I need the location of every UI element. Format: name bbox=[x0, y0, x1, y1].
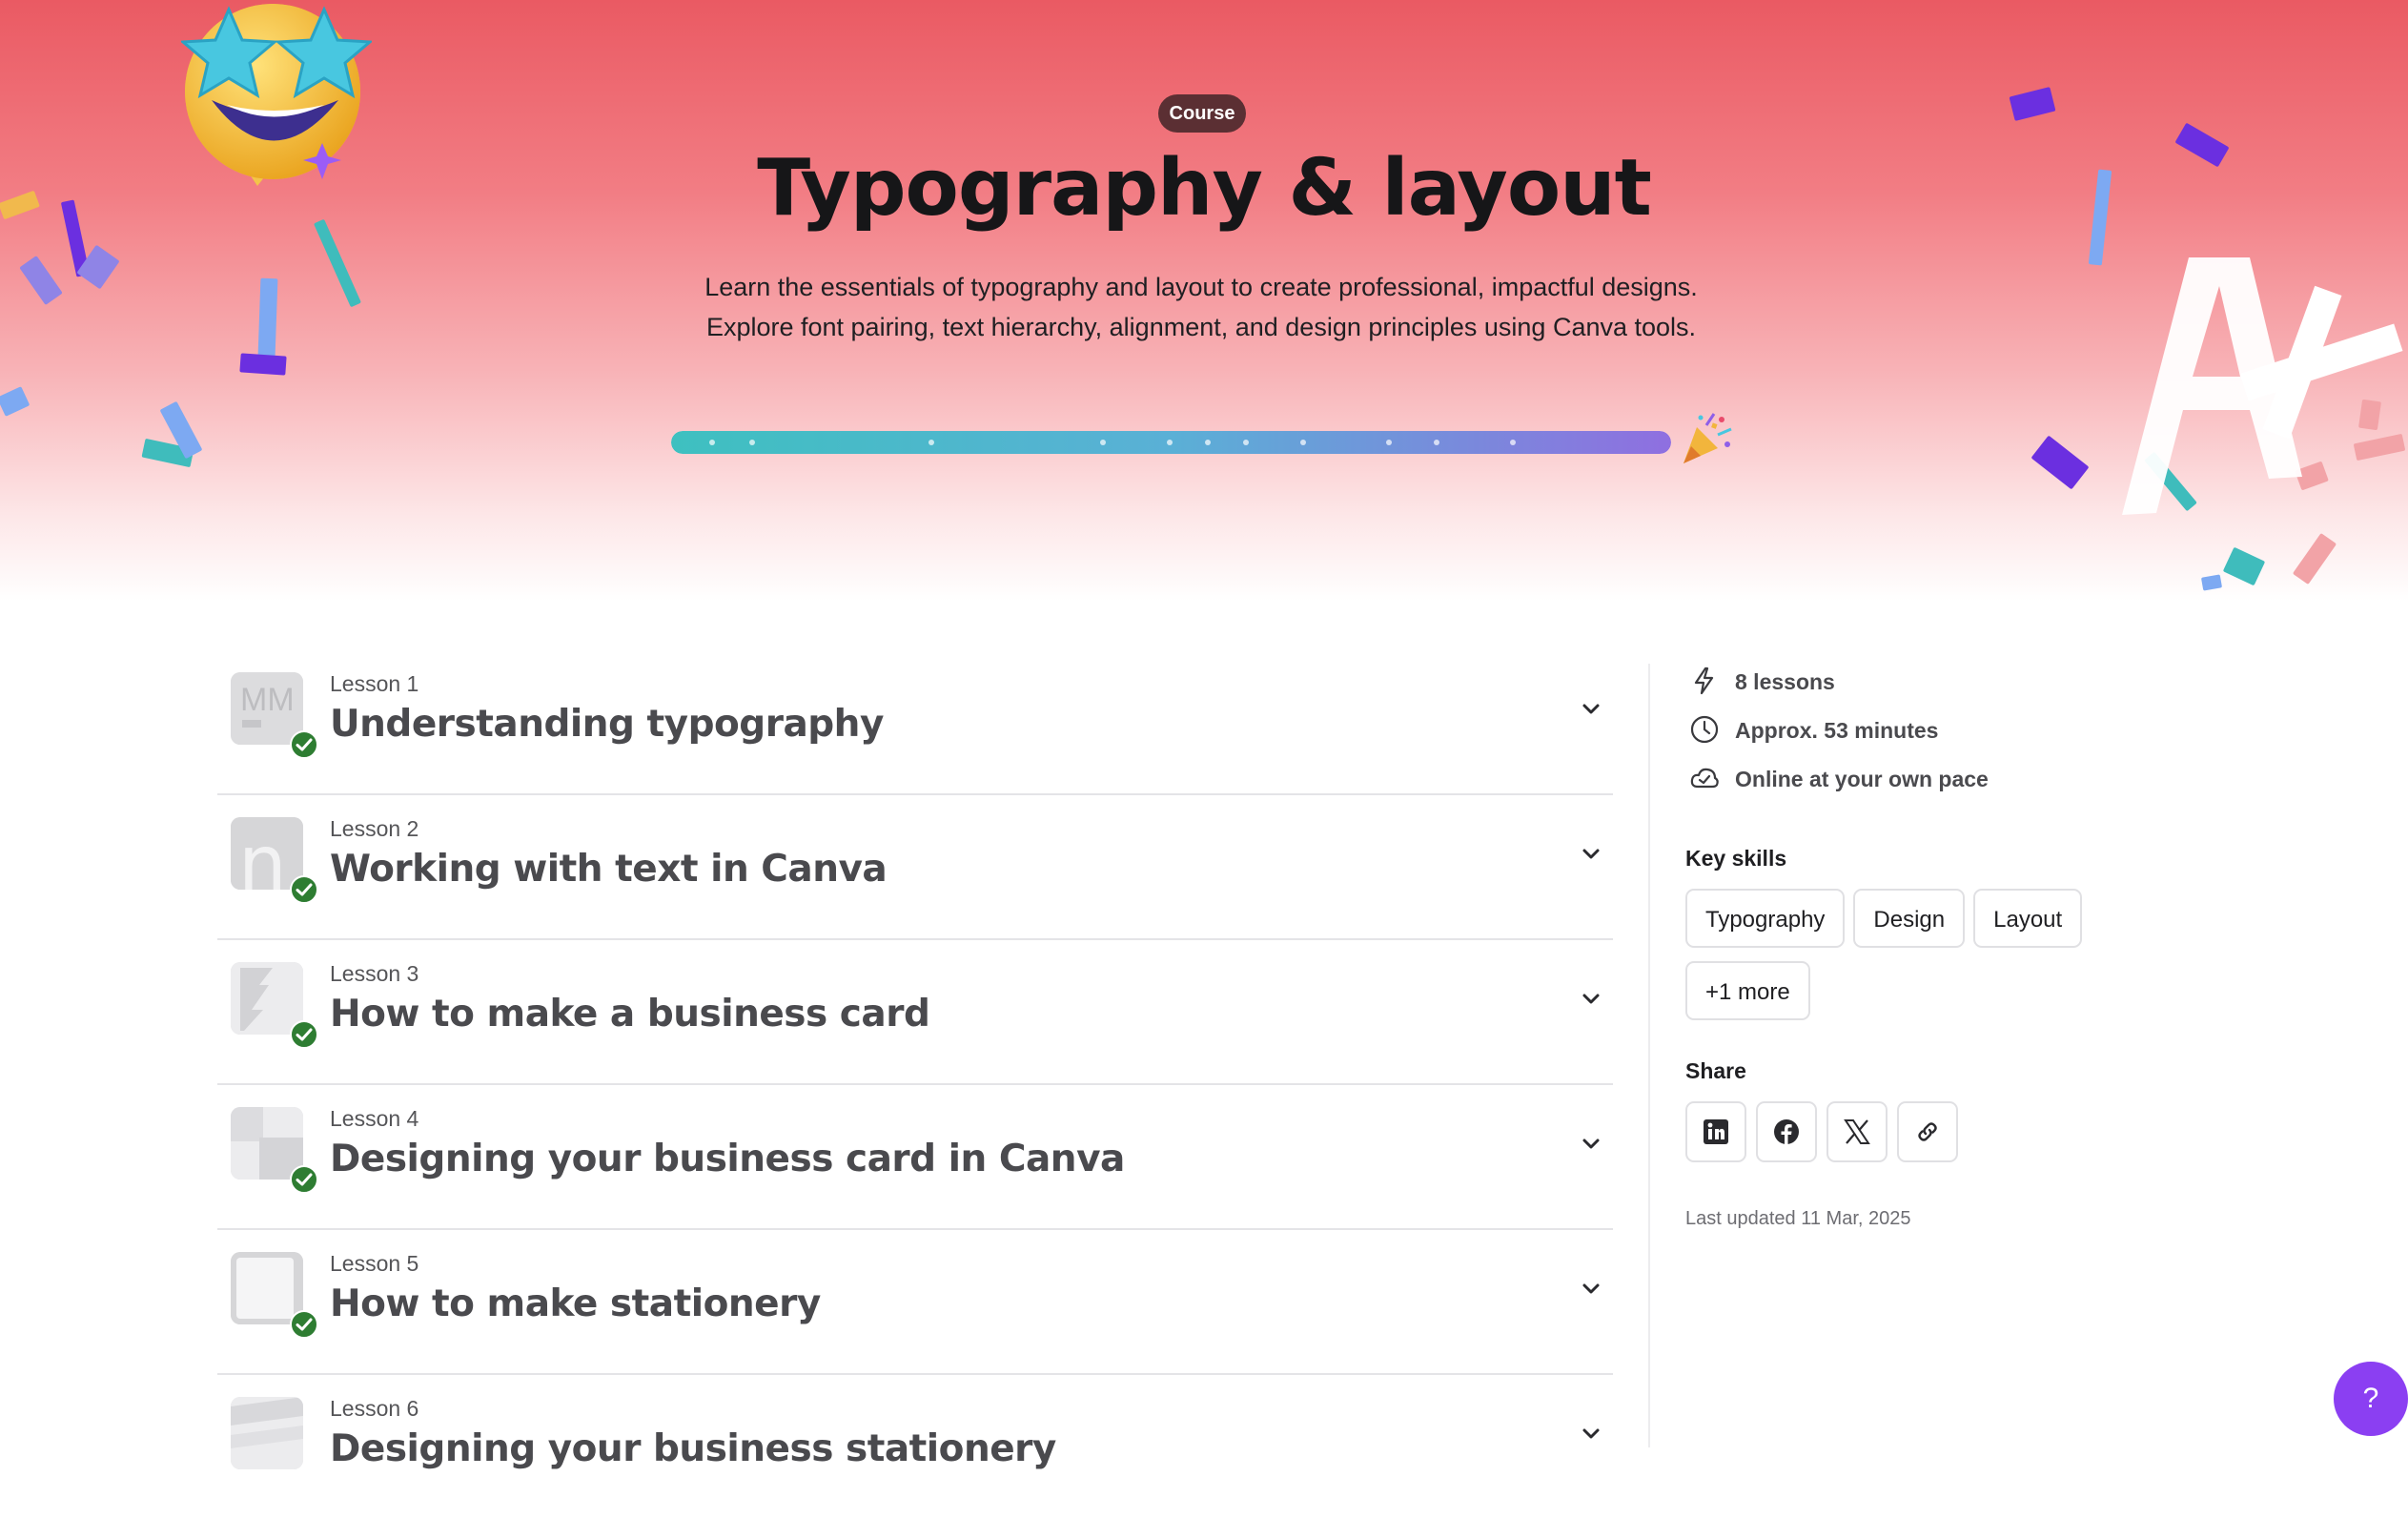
share-buttons bbox=[1685, 1101, 2219, 1162]
x-icon bbox=[1844, 1119, 1870, 1144]
key-skills-heading: Key skills bbox=[1685, 846, 1787, 871]
copy-link-button[interactable] bbox=[1897, 1101, 1958, 1162]
course-sidebar: 8 lessons Approx. 53 minutes Online at y… bbox=[1685, 658, 2219, 1230]
course-description: Learn the essentials of typography and l… bbox=[572, 267, 1830, 347]
sparkle bbox=[1510, 440, 1516, 445]
lesson-number: Lesson 1 bbox=[330, 671, 419, 696]
lesson-item-2[interactable]: n Lesson 2 Working with text in Canva bbox=[217, 795, 1613, 940]
more-skills-button[interactable]: +1 more bbox=[1685, 961, 1810, 1020]
svg-text:MM: MM bbox=[240, 682, 295, 718]
lesson-item-3[interactable]: Lesson 3 How to make a business card bbox=[217, 940, 1613, 1085]
chevron-down-icon[interactable] bbox=[1579, 986, 1603, 1011]
share-x-button[interactable] bbox=[1826, 1101, 1888, 1162]
link-icon bbox=[1918, 1122, 1937, 1141]
skill-chip-design[interactable]: Design bbox=[1853, 889, 1966, 948]
lesson-number: Lesson 6 bbox=[330, 1396, 419, 1421]
completed-check-icon bbox=[290, 875, 318, 904]
column-divider bbox=[1648, 664, 1650, 1447]
skill-chip-layout[interactable]: Layout bbox=[1973, 889, 2083, 948]
chevron-down-icon[interactable] bbox=[1579, 1131, 1603, 1156]
chevron-down-icon[interactable] bbox=[1579, 1421, 1603, 1446]
lesson-number: Lesson 3 bbox=[330, 961, 419, 986]
description-line-2: Explore font pairing, text hierarchy, al… bbox=[705, 313, 1697, 341]
chevron-down-icon[interactable] bbox=[1579, 696, 1603, 721]
lesson-title: Working with text in Canva bbox=[330, 848, 888, 891]
description-line-1: Learn the essentials of typography and l… bbox=[704, 273, 1698, 301]
sparkle bbox=[1167, 440, 1173, 445]
confetti-piece bbox=[2200, 574, 2223, 591]
last-updated: Last updated 11 Mar, 2025 bbox=[1685, 1208, 1911, 1229]
lesson-item-4[interactable]: Lesson 4 Designing your business card in… bbox=[217, 1085, 1613, 1230]
linkedin-icon bbox=[1704, 1119, 1728, 1144]
sparkle bbox=[1300, 440, 1306, 445]
pace-row: Online at your own pace bbox=[1685, 755, 2219, 804]
duration-row: Approx. 53 minutes bbox=[1685, 707, 2219, 755]
lesson-item-5[interactable]: Lesson 5 How to make stationery bbox=[217, 1230, 1613, 1375]
lesson-item-6[interactable]: Lesson 6 Designing your business station… bbox=[217, 1375, 1613, 1518]
course-progress-bar bbox=[671, 431, 1671, 454]
lesson-count: 8 lessons bbox=[1735, 669, 1835, 694]
confetti-piece bbox=[257, 277, 278, 358]
course-pace: Online at your own pace bbox=[1735, 767, 1989, 791]
skills-list: Typography Design Layout +1 more bbox=[1685, 889, 2219, 1034]
confetti-piece bbox=[19, 256, 63, 305]
share-linkedin-button[interactable] bbox=[1685, 1101, 1746, 1162]
a-plus-icon bbox=[2122, 257, 2403, 515]
lesson-title: How to make stationery bbox=[330, 1282, 821, 1325]
party-popper-icon bbox=[1684, 413, 1732, 463]
skill-chip-typography[interactable]: Typography bbox=[1685, 889, 1846, 948]
lesson-number: Lesson 2 bbox=[330, 816, 419, 841]
sparkle bbox=[1386, 440, 1392, 445]
stationery-design-thumb-icon bbox=[231, 1397, 303, 1469]
sparkle bbox=[1243, 440, 1249, 445]
lightning-icon bbox=[1694, 667, 1714, 695]
confetti-piece bbox=[0, 386, 31, 417]
confetti-piece bbox=[239, 353, 287, 376]
course-duration: Approx. 53 minutes bbox=[1735, 718, 1939, 743]
share-facebook-button[interactable] bbox=[1756, 1101, 1817, 1162]
lesson-number: Lesson 4 bbox=[330, 1106, 419, 1131]
lesson-count-row: 8 lessons bbox=[1685, 658, 2219, 707]
cloud-check-icon bbox=[1690, 768, 1719, 789]
completed-check-icon bbox=[290, 730, 318, 759]
lesson-number: Lesson 5 bbox=[330, 1251, 419, 1276]
course-hero: Course Typography & layout Learn the ess… bbox=[0, 0, 2408, 601]
sparkle bbox=[709, 440, 715, 445]
sparkle bbox=[1100, 440, 1106, 445]
confetti-piece bbox=[2222, 546, 2266, 586]
sparkle bbox=[1434, 440, 1439, 445]
lesson-title: Understanding typography bbox=[330, 703, 884, 746]
svg-text:n: n bbox=[238, 819, 287, 890]
completed-check-icon bbox=[290, 1310, 318, 1339]
chevron-down-icon[interactable] bbox=[1579, 1276, 1603, 1301]
sparkle bbox=[1205, 440, 1211, 445]
help-button[interactable]: ? bbox=[2334, 1362, 2408, 1436]
lesson-thumbnail bbox=[231, 1397, 303, 1469]
clock-icon bbox=[1690, 715, 1719, 744]
chevron-down-icon[interactable] bbox=[1579, 841, 1603, 866]
sparkle bbox=[929, 440, 934, 445]
completed-check-icon bbox=[290, 1165, 318, 1194]
lesson-item-1[interactable]: MM Lesson 1 Understanding typography bbox=[217, 650, 1613, 795]
lesson-title: Designing your business stationery bbox=[330, 1427, 1056, 1470]
lesson-title: How to make a business card bbox=[330, 993, 930, 1036]
confetti-piece bbox=[2009, 87, 2056, 121]
sparkle bbox=[749, 440, 755, 445]
lesson-title: Designing your business card in Canva bbox=[330, 1138, 1125, 1180]
lesson-list: MM Lesson 1 Understanding typography n L… bbox=[217, 650, 1613, 1518]
confetti-piece bbox=[2030, 435, 2090, 490]
course-title: Typography & layout bbox=[757, 143, 1652, 234]
facebook-icon bbox=[1774, 1119, 1799, 1144]
course-badge: Course bbox=[1158, 94, 1246, 133]
completed-check-icon bbox=[290, 1020, 318, 1049]
share-heading: Share bbox=[1685, 1058, 1746, 1083]
